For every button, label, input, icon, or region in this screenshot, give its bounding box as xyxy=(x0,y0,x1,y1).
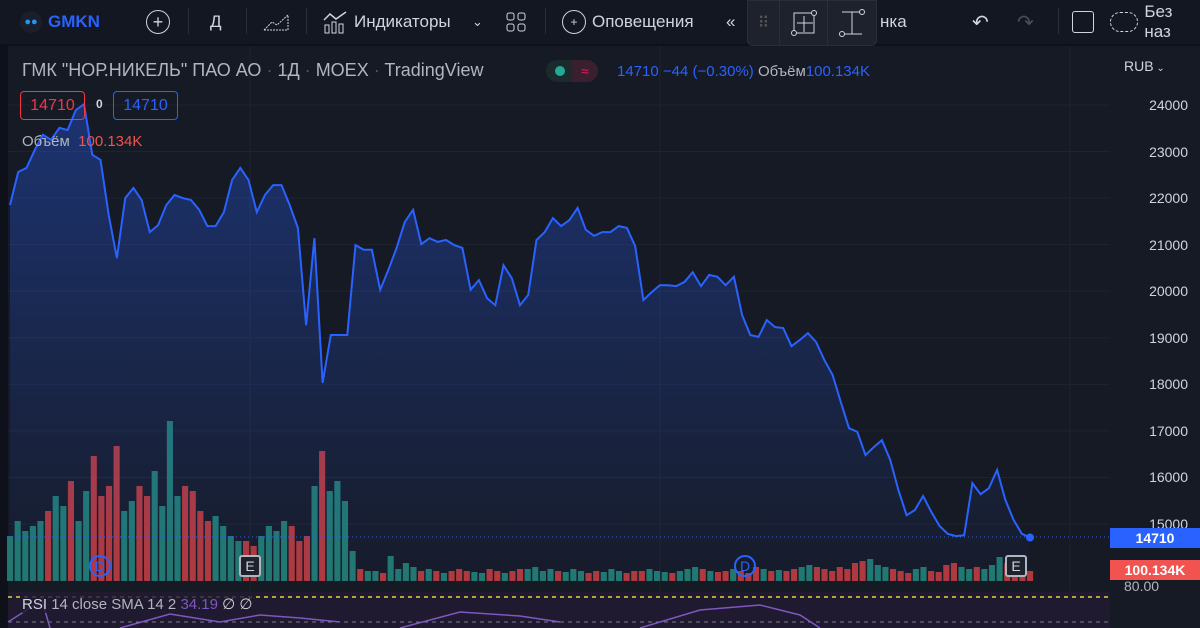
ohlc-legend: 14710 −44 (−0.30%) Объём100.134K xyxy=(617,63,870,80)
earnings-label: E xyxy=(245,558,255,574)
market-status-pill[interactable]: ≈ xyxy=(546,60,598,82)
dividend-label: D xyxy=(94,558,106,574)
earnings-marker[interactable]: E xyxy=(1005,555,1027,577)
price-axis-tick: 16000 xyxy=(1149,469,1188,486)
legend-interval: 1Д xyxy=(277,60,300,80)
market-open-dot-icon xyxy=(555,66,565,76)
price-axis-tick: 20000 xyxy=(1149,283,1188,300)
price-axis-tick: 18000 xyxy=(1149,376,1188,393)
volume-tag-value: 100.134K xyxy=(1124,562,1186,578)
last-price-tag-value: 14710 xyxy=(1135,530,1175,546)
last-price-dot xyxy=(1026,533,1034,542)
price-change: −44 (−0.30%) xyxy=(662,63,754,80)
buy-button[interactable]: 14710 xyxy=(113,91,178,120)
price-axis-tick: 19000 xyxy=(1149,329,1188,346)
volume-value: 100.134K xyxy=(805,63,870,80)
legend-title[interactable]: ГМК "НОР.НИКЕЛЬ" ПАО АО xyxy=(22,60,261,80)
rsi-extra-value: ∅ xyxy=(239,596,253,613)
rsi-extra-value: ∅ xyxy=(222,596,236,613)
price-axis-tick: 24000 xyxy=(1149,97,1188,113)
price-axis-tick: 23000 xyxy=(1149,143,1188,160)
rsi-value: 34.19 xyxy=(180,596,218,613)
spread: 0 xyxy=(96,97,103,111)
buy-price: 14710 xyxy=(123,96,168,114)
price-chart[interactable] xyxy=(0,0,1200,628)
price-axis-tick: 21000 xyxy=(1149,236,1188,253)
rsi-legend: RSI 14 close SMA 14 2 34.19 ∅ ∅ xyxy=(22,595,253,613)
legend-exchange: MOEX xyxy=(315,60,369,80)
earnings-label: E xyxy=(1011,558,1021,574)
volume-tag: 100.134K xyxy=(1110,560,1200,580)
volume-label: Объём xyxy=(22,133,70,150)
price-axis-tick: 22000 xyxy=(1149,190,1188,207)
dividend-marker[interactable]: D xyxy=(89,555,111,577)
dividend-label: D xyxy=(739,558,751,574)
legend-source: TradingView xyxy=(384,60,484,80)
chevron-down-icon: ⌄ xyxy=(1153,63,1165,74)
currency-label: RUB xyxy=(1124,58,1154,74)
dividend-marker[interactable]: D xyxy=(734,555,756,577)
rsi-axis-tick: 80.00 xyxy=(1124,578,1160,594)
volume-label: Объём xyxy=(757,63,806,80)
currency-selector[interactable]: RUB ⌄ xyxy=(1124,58,1165,74)
rsi-name[interactable]: RSI xyxy=(22,596,47,613)
price-axis-tick: 17000 xyxy=(1149,422,1188,439)
separator: · xyxy=(373,60,380,80)
separator: · xyxy=(304,60,311,80)
delayed-data-icon: ≈ xyxy=(572,60,598,82)
price-axis[interactable]: RUB ⌄ xyxy=(1110,46,1200,596)
symbol-legend: ГМК "НОР.НИКЕЛЬ" ПАО АО · 1Д · MOEX · Tr… xyxy=(22,60,483,81)
earnings-marker[interactable]: E xyxy=(239,555,261,577)
separator: · xyxy=(266,60,273,80)
last-price-tag: 14710 xyxy=(1110,528,1200,548)
volume-value: 100.134K xyxy=(78,133,143,150)
sell-price: 14710 xyxy=(30,96,75,114)
price-area-fill xyxy=(10,104,1030,581)
last-price: 14710 xyxy=(617,63,659,80)
rsi-params: 14 close SMA 14 2 xyxy=(51,596,177,613)
volume-legend: Объём 100.134K xyxy=(22,133,142,150)
sell-button[interactable]: 14710 xyxy=(20,91,85,120)
